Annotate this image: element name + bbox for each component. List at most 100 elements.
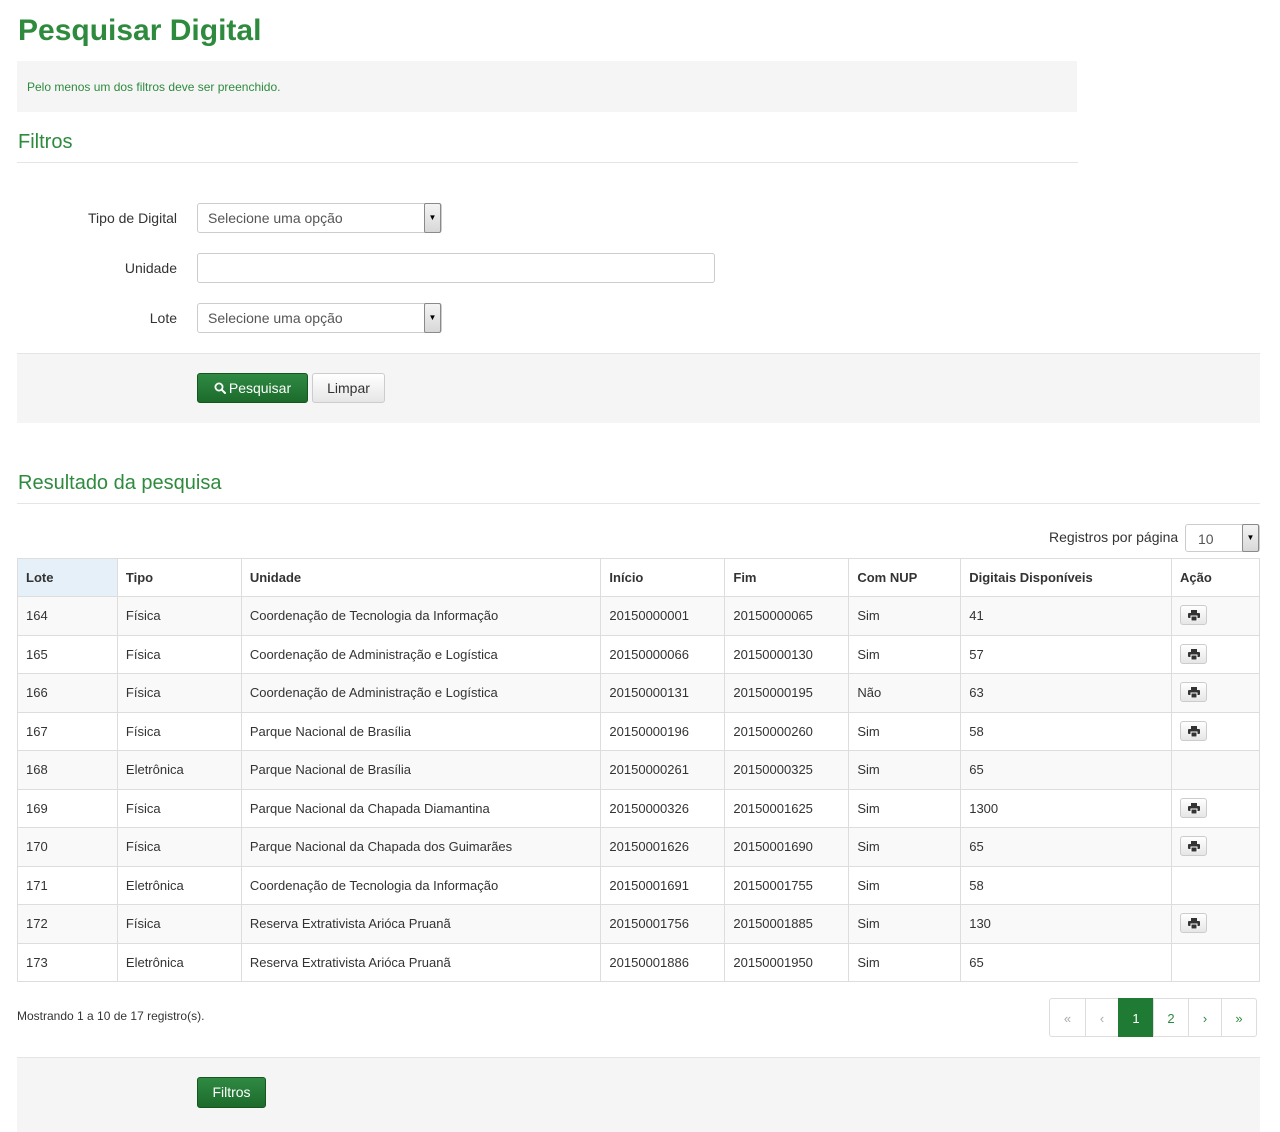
filters-divider [17,162,1078,163]
pagination-next[interactable]: › [1188,998,1222,1037]
cell-fim: 20150001950 [724,942,850,982]
print-icon [1188,841,1201,853]
cell-tipo: Física [116,827,242,867]
cell-disponiveis: 41 [960,596,1173,636]
results-table-body: 164 Física Coordenação de Tecnologia da In… [17,596,1260,982]
cell-disponiveis: 1300 [960,788,1173,828]
print-button[interactable] [1180,682,1208,703]
cell-inicio: 20150000326 [600,788,726,828]
cell-acao [1171,596,1260,636]
cell-acao [1171,865,1260,905]
cell-nup: Sim [848,827,962,867]
cell-fim: 20150000195 [724,673,850,713]
cell-disponiveis: 65 [960,827,1173,867]
print-button[interactable] [1180,605,1208,626]
print-button[interactable] [1180,913,1208,934]
print-button[interactable] [1180,836,1208,857]
tipo-digital-select[interactable]: Selecione uma opção ▼ [197,203,442,233]
clear-button-label: Limpar [327,380,370,396]
print-icon [1188,725,1201,737]
chevron-down-icon: ▼ [424,203,441,233]
cell-acao [1171,673,1260,713]
cell-inicio: 20150000261 [600,750,726,790]
search-button-label: Pesquisar [228,380,292,396]
search-icon [214,382,226,394]
lote-select[interactable]: Selecione uma opção ▼ [197,303,442,333]
table-row: 167 Física Parque Nacional de Brasília 2015… [17,711,1260,751]
cell-lote: 173 [17,942,118,982]
cell-nup: Sim [848,942,962,982]
print-button[interactable] [1180,720,1208,741]
cell-acao [1171,711,1260,751]
cell-unidade: Parque Nacional da Chapada Diamantina [240,788,602,828]
table-row: 172 Física Reserva Extrativista Arióca Pru… [17,904,1260,944]
pagination-page-1[interactable]: 1 [1118,998,1154,1037]
pagination-last[interactable]: » [1221,998,1257,1037]
cell-lote: 165 [17,634,118,674]
cell-unidade: Coordenação de Administração e Logística [240,634,602,674]
tipo-digital-value: Selecione uma opção [208,210,343,226]
pagination-previous[interactable]: ‹ [1085,998,1119,1037]
cell-unidade: Coordenação de Administração e Logística [240,673,602,713]
cell-lote: 170 [17,827,118,867]
print-icon [1188,610,1201,622]
cell-tipo: Física [116,634,242,674]
column-header-fim[interactable]: Fim [724,558,850,597]
print-icon [1188,687,1201,699]
filters-button-label: Filtros [212,1084,251,1100]
per-page-label: Registros por página [1049,529,1179,545]
cell-lote: 171 [17,865,118,905]
cell-tipo: Física [116,596,242,636]
cell-nup: Sim [848,711,962,751]
print-icon [1188,918,1201,930]
pagination-page-2[interactable]: 2 [1153,998,1189,1037]
print-button[interactable] [1180,643,1208,664]
pagination-first[interactable]: « [1049,998,1086,1037]
per-page-select[interactable]: 10 ▼ [1185,524,1260,552]
chevron-down-icon: ▼ [1242,524,1259,552]
cell-inicio: 20150001691 [600,865,726,905]
pagination: « ‹ 1 2 › » [1049,998,1257,1037]
cell-fim: 20150000260 [724,711,850,751]
filters-section-title: Filtros [18,131,73,153]
chevron-down-icon: ▼ [424,303,441,333]
filters-button[interactable]: Filtros [197,1077,266,1108]
table-row: 168 Eletrônica Parque Nacional de Brasília… [17,750,1260,790]
unidade-label: Unidade [124,260,177,276]
cell-lote: 169 [17,788,118,828]
column-header-inicio[interactable]: Início [600,558,726,597]
cell-disponiveis: 58 [960,711,1173,751]
unidade-input[interactable] [197,253,715,283]
column-header-com-nup[interactable]: Com NUP [848,558,962,597]
column-header-digitais-disponiveis[interactable]: Digitais Disponíveis [960,558,1173,597]
cell-disponiveis: 130 [960,904,1173,944]
print-icon [1188,648,1201,660]
cell-inicio: 20150001756 [600,904,726,944]
cell-acao [1171,750,1260,790]
table-row: 169 Física Parque Nacional da Chapada Diam… [17,788,1260,828]
clear-button[interactable]: Limpar [312,373,385,403]
column-header-unidade[interactable]: Unidade [240,558,602,597]
column-header-lote[interactable]: Lote [17,558,118,597]
column-header-tipo[interactable]: Tipo [116,558,242,597]
cell-disponiveis: 65 [960,750,1173,790]
table-row: 170 Física Parque Nacional da Chapada dos … [17,827,1260,867]
cell-nup: Sim [848,750,962,790]
cell-tipo: Eletrônica [116,750,242,790]
page-title: Pesquisar Digital [18,14,262,47]
table-header-row: Lote Tipo Unidade Início Fim Com NUP Dig… [17,558,1260,597]
cell-unidade: Reserva Extrativista Arióca Pruanã [240,942,602,982]
print-button[interactable] [1180,797,1208,818]
lote-value: Selecione uma opção [208,310,343,326]
cell-nup: Sim [848,788,962,828]
cell-fim: 20150001625 [724,788,850,828]
search-button[interactable]: Pesquisar [197,373,308,403]
cell-acao [1171,904,1260,944]
results-section-title: Resultado da pesquisa [18,472,222,494]
cell-acao [1171,827,1260,867]
cell-disponiveis: 58 [960,865,1173,905]
table-row: 164 Física Coordenação de Tecnologia da In… [17,596,1260,636]
cell-unidade: Parque Nacional de Brasília [240,750,602,790]
cell-unidade: Coordenação de Tecnologia da Informação [240,865,602,905]
cell-unidade: Parque Nacional da Chapada dos Guimarães [240,827,602,867]
